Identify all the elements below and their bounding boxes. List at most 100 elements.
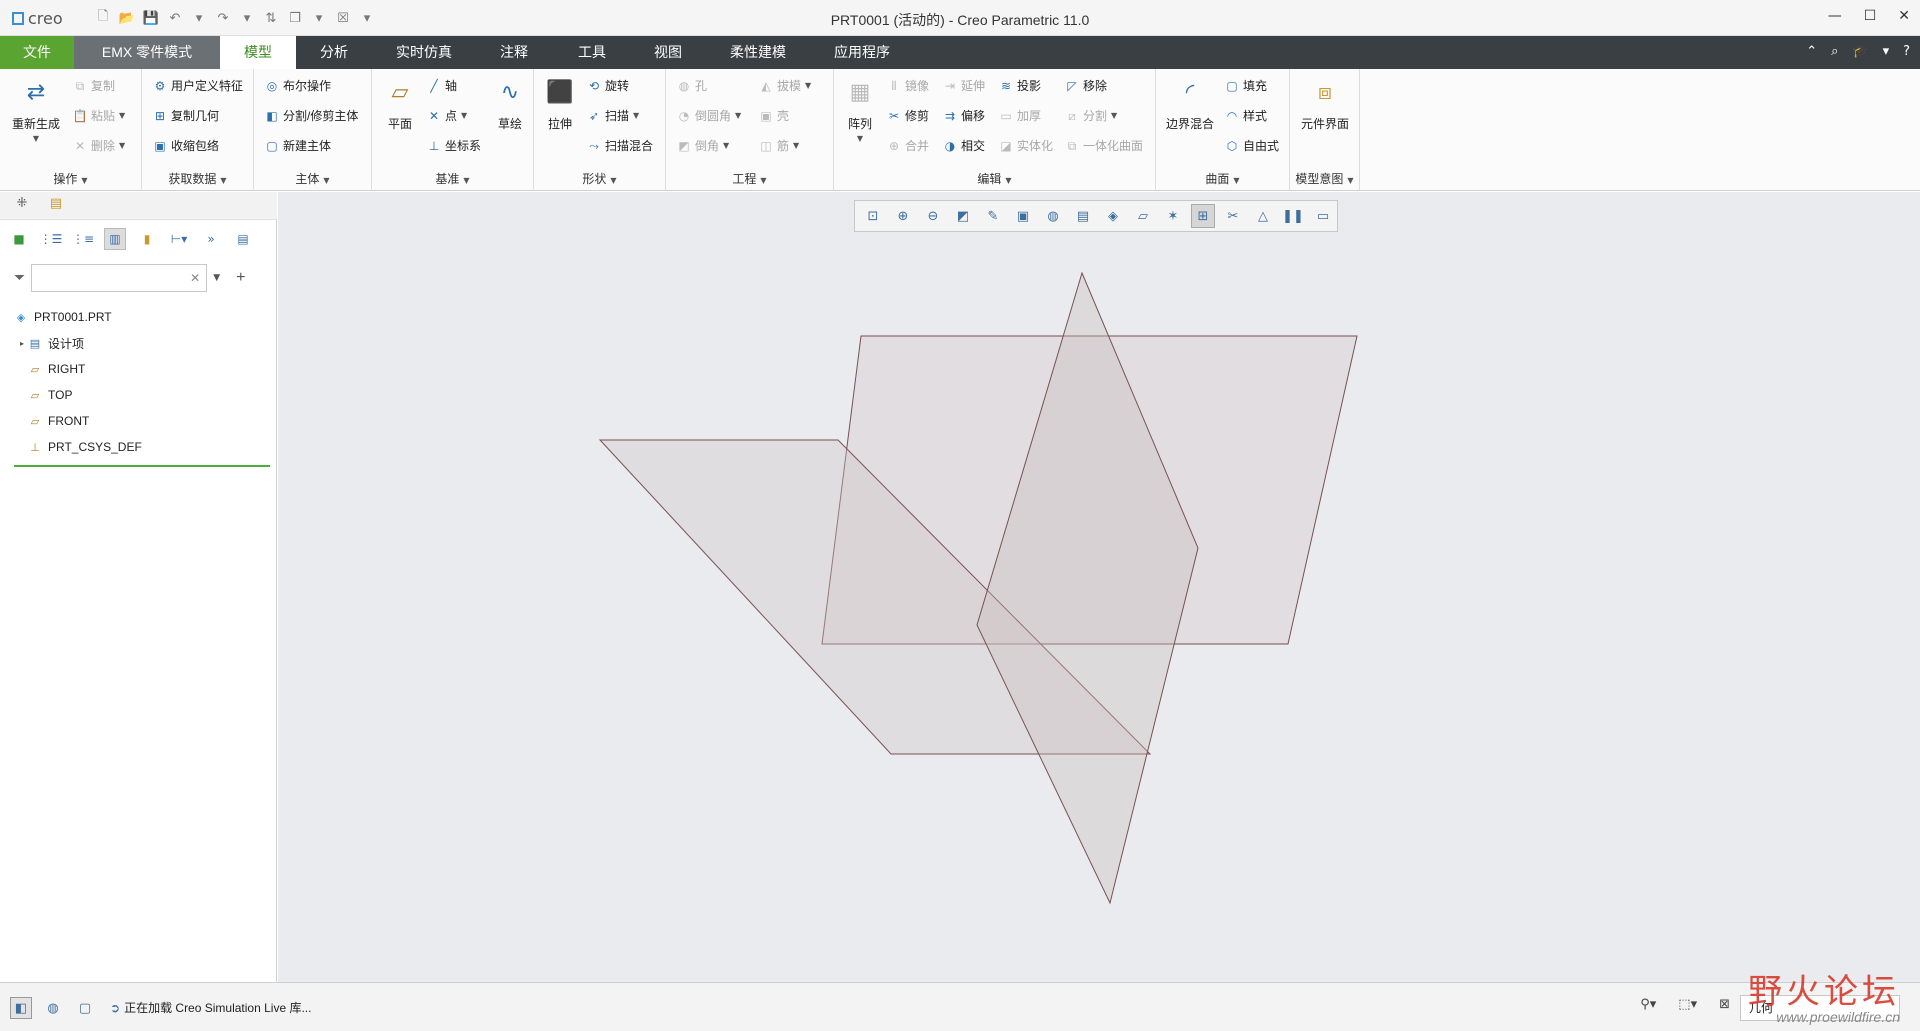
copy-button[interactable]: ⧉ 复制: [72, 77, 115, 94]
find-icon[interactable]: ⚲▾: [1640, 997, 1656, 1012]
offset-button[interactable]: ⇉ 偏移: [942, 107, 985, 124]
search-icon[interactable]: ⌕: [1831, 44, 1838, 59]
draft-button[interactable]: ◭ 拔模 ▼: [758, 77, 811, 94]
tab-simulation[interactable]: 实时仿真: [380, 36, 468, 69]
tab-analysis[interactable]: 分析: [300, 36, 368, 69]
tree-filters-icon[interactable]: ⋮≡: [72, 228, 94, 250]
help-icon[interactable]: ?: [1903, 44, 1910, 59]
point-button[interactable]: ✕ 点 ▼: [426, 107, 467, 124]
solidify-button[interactable]: ◪ 实体化: [998, 137, 1053, 154]
component-interface-button[interactable]: ⧈ 元件界面: [1294, 75, 1356, 132]
tab-flexible-modeling[interactable]: 柔性建模: [716, 36, 800, 69]
fill-button[interactable]: ▢ 填充: [1224, 77, 1267, 94]
page-icon[interactable]: ▤: [232, 228, 254, 250]
delete-button[interactable]: ✕ 删除 ▼: [72, 137, 125, 154]
maximize-button[interactable]: ☐: [1864, 8, 1877, 24]
group-label-body[interactable]: 主体 ▼: [254, 170, 371, 187]
csys-button[interactable]: ⊥ 坐标系: [426, 137, 481, 154]
remove-button[interactable]: ◸ 移除: [1064, 77, 1107, 94]
add-icon[interactable]: +: [236, 269, 245, 287]
group-label-shapes[interactable]: 形状 ▼: [534, 170, 665, 187]
show-icon[interactable]: ■: [8, 228, 30, 250]
tab-emx[interactable]: EMX 零件模式: [74, 36, 220, 69]
group-label-model-intent[interactable]: 模型意图 ▼: [1290, 170, 1359, 187]
sweep-button[interactable]: ➶ 扫描 ▼: [586, 107, 639, 124]
more-icon[interactable]: »: [200, 228, 222, 250]
minimize-button[interactable]: —: [1828, 8, 1842, 24]
tree-item-top[interactable]: ▱ TOP: [14, 382, 272, 408]
tree-columns-icon[interactable]: ▥: [104, 228, 126, 250]
chevron-down-icon[interactable]: ▼: [213, 273, 220, 283]
group-label-operations[interactable]: 操作 ▼: [0, 170, 141, 187]
extrude-button[interactable]: ⬛ 拉伸: [538, 75, 582, 132]
sketch-button[interactable]: ∿ 草绘: [490, 75, 530, 132]
insert-here-indicator[interactable]: [14, 465, 270, 467]
mirror-button[interactable]: ⫴ 镜像: [886, 77, 929, 94]
regenerate-button[interactable]: ⇄ 重新生成 ▼: [8, 75, 64, 144]
axis-button[interactable]: ╱ 轴: [426, 77, 457, 94]
hierarchy-icon[interactable]: ⊢▾: [168, 228, 190, 250]
expand-icon[interactable]: ▸: [18, 336, 26, 350]
tab-file[interactable]: 文件: [0, 36, 74, 69]
smart-select-icon[interactable]: ⊠: [1719, 997, 1730, 1012]
rib-button[interactable]: ◫ 筋 ▼: [758, 137, 799, 154]
tree-item-csys[interactable]: ⊥ PRT_CSYS_DEF: [14, 434, 272, 460]
extend-button[interactable]: ⇥ 延伸: [942, 77, 985, 94]
folder-browser-tab-icon[interactable]: ▤: [44, 196, 68, 218]
plane-button[interactable]: ▱ 平面: [378, 75, 422, 132]
copy-geometry-button[interactable]: ⊞ 复制几何: [152, 107, 219, 124]
chamfer-button[interactable]: ◩ 倒角 ▼: [676, 137, 729, 154]
dropdown-icon[interactable]: ▾: [1883, 44, 1890, 59]
new-body-button[interactable]: ▢ 新建主体: [264, 137, 331, 154]
boolean-button[interactable]: ◎ 布尔操作: [264, 77, 331, 94]
hole-button[interactable]: ◍ 孔: [676, 77, 707, 94]
tab-annotate[interactable]: 注释: [484, 36, 544, 69]
unify-surface-button[interactable]: ⧉ 一体化曲面: [1064, 137, 1143, 154]
bookmark-icon[interactable]: ▮: [136, 228, 158, 250]
shell-button[interactable]: ▣ 壳: [758, 107, 789, 124]
split-trim-body-button[interactable]: ◧ 分割/修剪主体: [264, 107, 358, 124]
filter-icon[interactable]: ⏷: [14, 270, 25, 286]
round-button[interactable]: ◔ 倒圆角 ▼: [676, 107, 741, 124]
group-label-get-data[interactable]: 获取数据 ▼: [142, 170, 253, 187]
graduation-cap-icon[interactable]: 🎓: [1852, 44, 1868, 59]
thicken-button[interactable]: ▭ 加厚: [998, 107, 1041, 124]
full-screen-icon[interactable]: ▢: [74, 997, 96, 1019]
split-button[interactable]: ⧄ 分割 ▼: [1064, 107, 1117, 124]
udf-button[interactable]: ⚙ 用户定义特征: [152, 77, 243, 94]
pattern-button[interactable]: ▦ 阵列 ▼: [840, 75, 880, 144]
graphics-area[interactable]: ⊡ ⊕ ⊖ ◩ ✎ ▣ ◍ ▤ ◈ ▱ ✶ ⊞ ✂ △ ❚❚ ▭: [278, 192, 1920, 982]
project-button[interactable]: ≋ 投影: [998, 77, 1041, 94]
tree-item-right[interactable]: ▱ RIGHT: [14, 356, 272, 382]
selection-box-icon[interactable]: ⬚▾: [1678, 997, 1697, 1012]
group-label-engineering[interactable]: 工程 ▼: [666, 170, 833, 187]
toggle-navigator-icon[interactable]: ◧: [10, 997, 32, 1019]
browser-icon[interactable]: ◍: [42, 997, 64, 1019]
tree-root[interactable]: ◈ PRT0001.PRT: [14, 304, 272, 330]
shrinkwrap-button[interactable]: ▣ 收缩包络: [152, 137, 219, 154]
merge-button[interactable]: ⊕ 合并: [886, 137, 929, 154]
trim-button[interactable]: ✂ 修剪: [886, 107, 929, 124]
swept-blend-button[interactable]: ⤳ 扫描混合: [586, 137, 653, 154]
freestyle-button[interactable]: ⬡ 自由式: [1224, 137, 1279, 154]
tab-tools[interactable]: 工具: [562, 36, 622, 69]
close-button[interactable]: ✕: [1898, 8, 1910, 24]
collapse-ribbon-icon[interactable]: ⌃: [1806, 44, 1817, 59]
tab-applications[interactable]: 应用程序: [820, 36, 904, 69]
tree-search-input[interactable]: ✕: [31, 264, 208, 292]
tab-view[interactable]: 视图: [638, 36, 698, 69]
paste-button[interactable]: 📋 粘贴 ▼: [72, 107, 126, 124]
tree-item-front[interactable]: ▱ FRONT: [14, 408, 272, 434]
intersect-button[interactable]: ◑ 相交: [942, 137, 985, 154]
group-label-editing[interactable]: 编辑 ▼: [834, 170, 1155, 187]
tab-model[interactable]: 模型: [220, 36, 296, 69]
group-label-datum[interactable]: 基准 ▼: [372, 170, 533, 187]
group-label-surfaces[interactable]: 曲面 ▼: [1156, 170, 1289, 187]
revolve-button[interactable]: ⟲ 旋转: [586, 77, 629, 94]
model-tree-tab-icon[interactable]: ⁜: [10, 196, 34, 218]
boundary-blend-button[interactable]: ◜ 边界混合: [1162, 75, 1218, 132]
tree-settings-icon[interactable]: ⋮☰: [40, 228, 63, 250]
style-button[interactable]: ◠ 样式: [1224, 107, 1267, 124]
clear-icon[interactable]: ✕: [190, 271, 200, 285]
tree-item-design-items[interactable]: ▸ ▤ 设计项: [14, 330, 272, 356]
